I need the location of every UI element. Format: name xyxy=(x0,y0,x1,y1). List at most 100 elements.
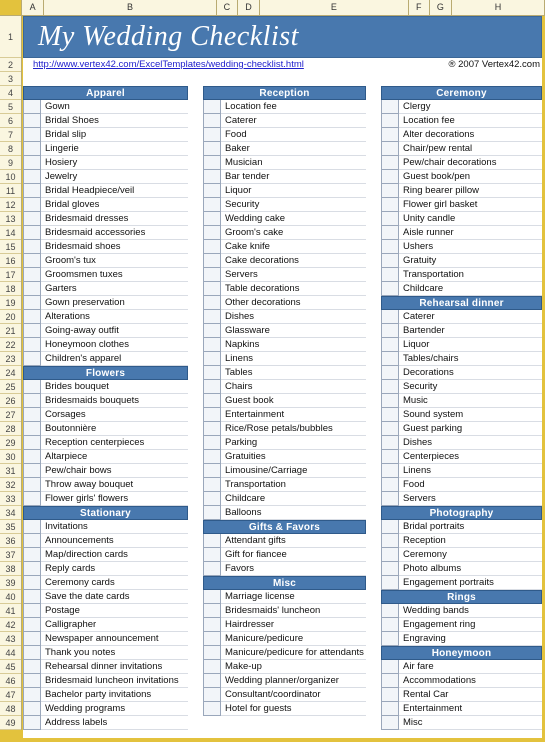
checkbox-cell[interactable] xyxy=(203,268,221,282)
checklist-item-label[interactable]: Misc xyxy=(399,716,542,730)
checkbox-cell[interactable] xyxy=(203,338,221,352)
checkbox-cell[interactable] xyxy=(203,506,221,520)
checkbox-cell[interactable] xyxy=(23,394,41,408)
checkbox-cell[interactable] xyxy=(381,408,399,422)
checkbox-cell[interactable] xyxy=(381,576,399,590)
checklist-item-label[interactable]: Photo albums xyxy=(399,562,542,576)
checkbox-cell[interactable] xyxy=(23,450,41,464)
row-header-37[interactable]: 37 xyxy=(0,548,21,562)
row-header-15[interactable]: 15 xyxy=(0,240,21,254)
checklist-item-label[interactable]: Attendant gifts xyxy=(221,534,366,548)
checkbox-cell[interactable] xyxy=(203,702,221,716)
row-header-19[interactable]: 19 xyxy=(0,296,21,310)
checkbox-cell[interactable] xyxy=(23,660,41,674)
row-header-1[interactable]: 1 xyxy=(0,16,21,58)
checkbox-cell[interactable] xyxy=(23,688,41,702)
checklist-item-label[interactable]: Rental Car xyxy=(399,688,542,702)
column-header-g[interactable]: G xyxy=(429,0,452,15)
checkbox-cell[interactable] xyxy=(381,156,399,170)
checklist-item-label[interactable]: Alterations xyxy=(41,310,188,324)
checkbox-cell[interactable] xyxy=(381,310,399,324)
row-header-5[interactable]: 5 xyxy=(0,100,21,114)
checklist-item-label[interactable]: Entertainment xyxy=(221,408,366,422)
checklist-item-label[interactable]: Liquor xyxy=(399,338,542,352)
checkbox-cell[interactable] xyxy=(23,674,41,688)
checklist-item-label[interactable]: Glassware xyxy=(221,324,366,338)
checklist-item-label[interactable]: Reception xyxy=(399,534,542,548)
checklist-item-label[interactable]: Garters xyxy=(41,282,188,296)
checkbox-cell[interactable] xyxy=(203,590,221,604)
checkbox-cell[interactable] xyxy=(23,716,41,730)
checklist-item-label[interactable]: Gift for fiancee xyxy=(221,548,366,562)
row-header-8[interactable]: 8 xyxy=(0,142,21,156)
checkbox-cell[interactable] xyxy=(23,520,41,534)
checkbox-cell[interactable] xyxy=(203,366,221,380)
checklist-item-label[interactable]: Air fare xyxy=(399,660,542,674)
row-header-7[interactable]: 7 xyxy=(0,128,21,142)
checklist-item-label[interactable]: Dishes xyxy=(221,310,366,324)
checklist-item-label[interactable]: Wedding programs xyxy=(41,702,188,716)
checklist-item-label[interactable]: Bridesmaid shoes xyxy=(41,240,188,254)
checklist-item-label[interactable]: Invitations xyxy=(41,520,188,534)
checkbox-cell[interactable] xyxy=(381,702,399,716)
checklist-item-label[interactable]: Pew/chair bows xyxy=(41,464,188,478)
checklist-item-label[interactable]: Bridesmaid luncheon invitations xyxy=(41,674,188,688)
checkbox-cell[interactable] xyxy=(381,142,399,156)
checkbox-cell[interactable] xyxy=(381,604,399,618)
checkbox-cell[interactable] xyxy=(381,338,399,352)
checklist-item-label[interactable]: Caterer xyxy=(221,114,366,128)
checkbox-cell[interactable] xyxy=(203,282,221,296)
checklist-item-label[interactable]: Bridesmaids' luncheon xyxy=(221,604,366,618)
checklist-item-label[interactable]: Hairdresser xyxy=(221,618,366,632)
checkbox-cell[interactable] xyxy=(203,464,221,478)
row-header-38[interactable]: 38 xyxy=(0,562,21,576)
row-header-22[interactable]: 22 xyxy=(0,338,21,352)
row-header-20[interactable]: 20 xyxy=(0,310,21,324)
checklist-item-label[interactable]: Ceremony cards xyxy=(41,576,188,590)
checklist-item-label[interactable]: Bridal slip xyxy=(41,128,188,142)
checklist-item-label[interactable]: Ring bearer pillow xyxy=(399,184,542,198)
row-header-34[interactable]: 34 xyxy=(0,506,21,520)
checkbox-cell[interactable] xyxy=(203,632,221,646)
checkbox-cell[interactable] xyxy=(203,142,221,156)
checklist-item-label[interactable]: Going-away outfit xyxy=(41,324,188,338)
checklist-item-label[interactable]: Gratuities xyxy=(221,450,366,464)
checkbox-cell[interactable] xyxy=(23,618,41,632)
row-header-9[interactable]: 9 xyxy=(0,156,21,170)
checklist-item-label[interactable]: Cake decorations xyxy=(221,254,366,268)
checkbox-cell[interactable] xyxy=(23,604,41,618)
checklist-item-label[interactable]: Marriage license xyxy=(221,590,366,604)
checkbox-cell[interactable] xyxy=(203,534,221,548)
checklist-item-label[interactable]: Reply cards xyxy=(41,562,188,576)
row-header-48[interactable]: 48 xyxy=(0,702,21,716)
row-header-41[interactable]: 41 xyxy=(0,604,21,618)
checklist-item-label[interactable]: Security xyxy=(399,380,542,394)
checklist-item-label[interactable]: Childcare xyxy=(399,282,542,296)
checkbox-cell[interactable] xyxy=(203,352,221,366)
checklist-item-label[interactable]: Jewelry xyxy=(41,170,188,184)
checklist-item-label[interactable]: Baker xyxy=(221,142,366,156)
checkbox-cell[interactable] xyxy=(203,212,221,226)
template-source-link[interactable]: http://www.vertex42.com/ExcelTemplates/w… xyxy=(33,59,304,70)
checklist-item-label[interactable]: Limousine/Carriage xyxy=(221,464,366,478)
column-header-c[interactable]: C xyxy=(216,0,238,15)
checklist-item-label[interactable]: Transportation xyxy=(221,478,366,492)
row-header-24[interactable]: 24 xyxy=(0,366,21,380)
checklist-item-label[interactable]: Gown preservation xyxy=(41,296,188,310)
checklist-item-label[interactable]: Map/direction cards xyxy=(41,548,188,562)
checkbox-cell[interactable] xyxy=(203,548,221,562)
checkbox-cell[interactable] xyxy=(381,674,399,688)
checklist-item-label[interactable]: Throw away bouquet xyxy=(41,478,188,492)
checklist-item-label[interactable]: Postage xyxy=(41,604,188,618)
checklist-item-label[interactable]: Rice/Rose petals/bubbles xyxy=(221,422,366,436)
checklist-item-label[interactable]: Ushers xyxy=(399,240,542,254)
checklist-item-label[interactable]: Gown xyxy=(41,100,188,114)
checklist-item-label[interactable]: Hotel for guests xyxy=(221,702,366,716)
checkbox-cell[interactable] xyxy=(203,478,221,492)
checkbox-cell[interactable] xyxy=(23,226,41,240)
checkbox-cell[interactable] xyxy=(381,632,399,646)
checklist-item-label[interactable]: Bridesmaid accessories xyxy=(41,226,188,240)
checkbox-cell[interactable] xyxy=(23,464,41,478)
checkbox-cell[interactable] xyxy=(23,548,41,562)
checklist-item-label[interactable]: Engraving xyxy=(399,632,542,646)
